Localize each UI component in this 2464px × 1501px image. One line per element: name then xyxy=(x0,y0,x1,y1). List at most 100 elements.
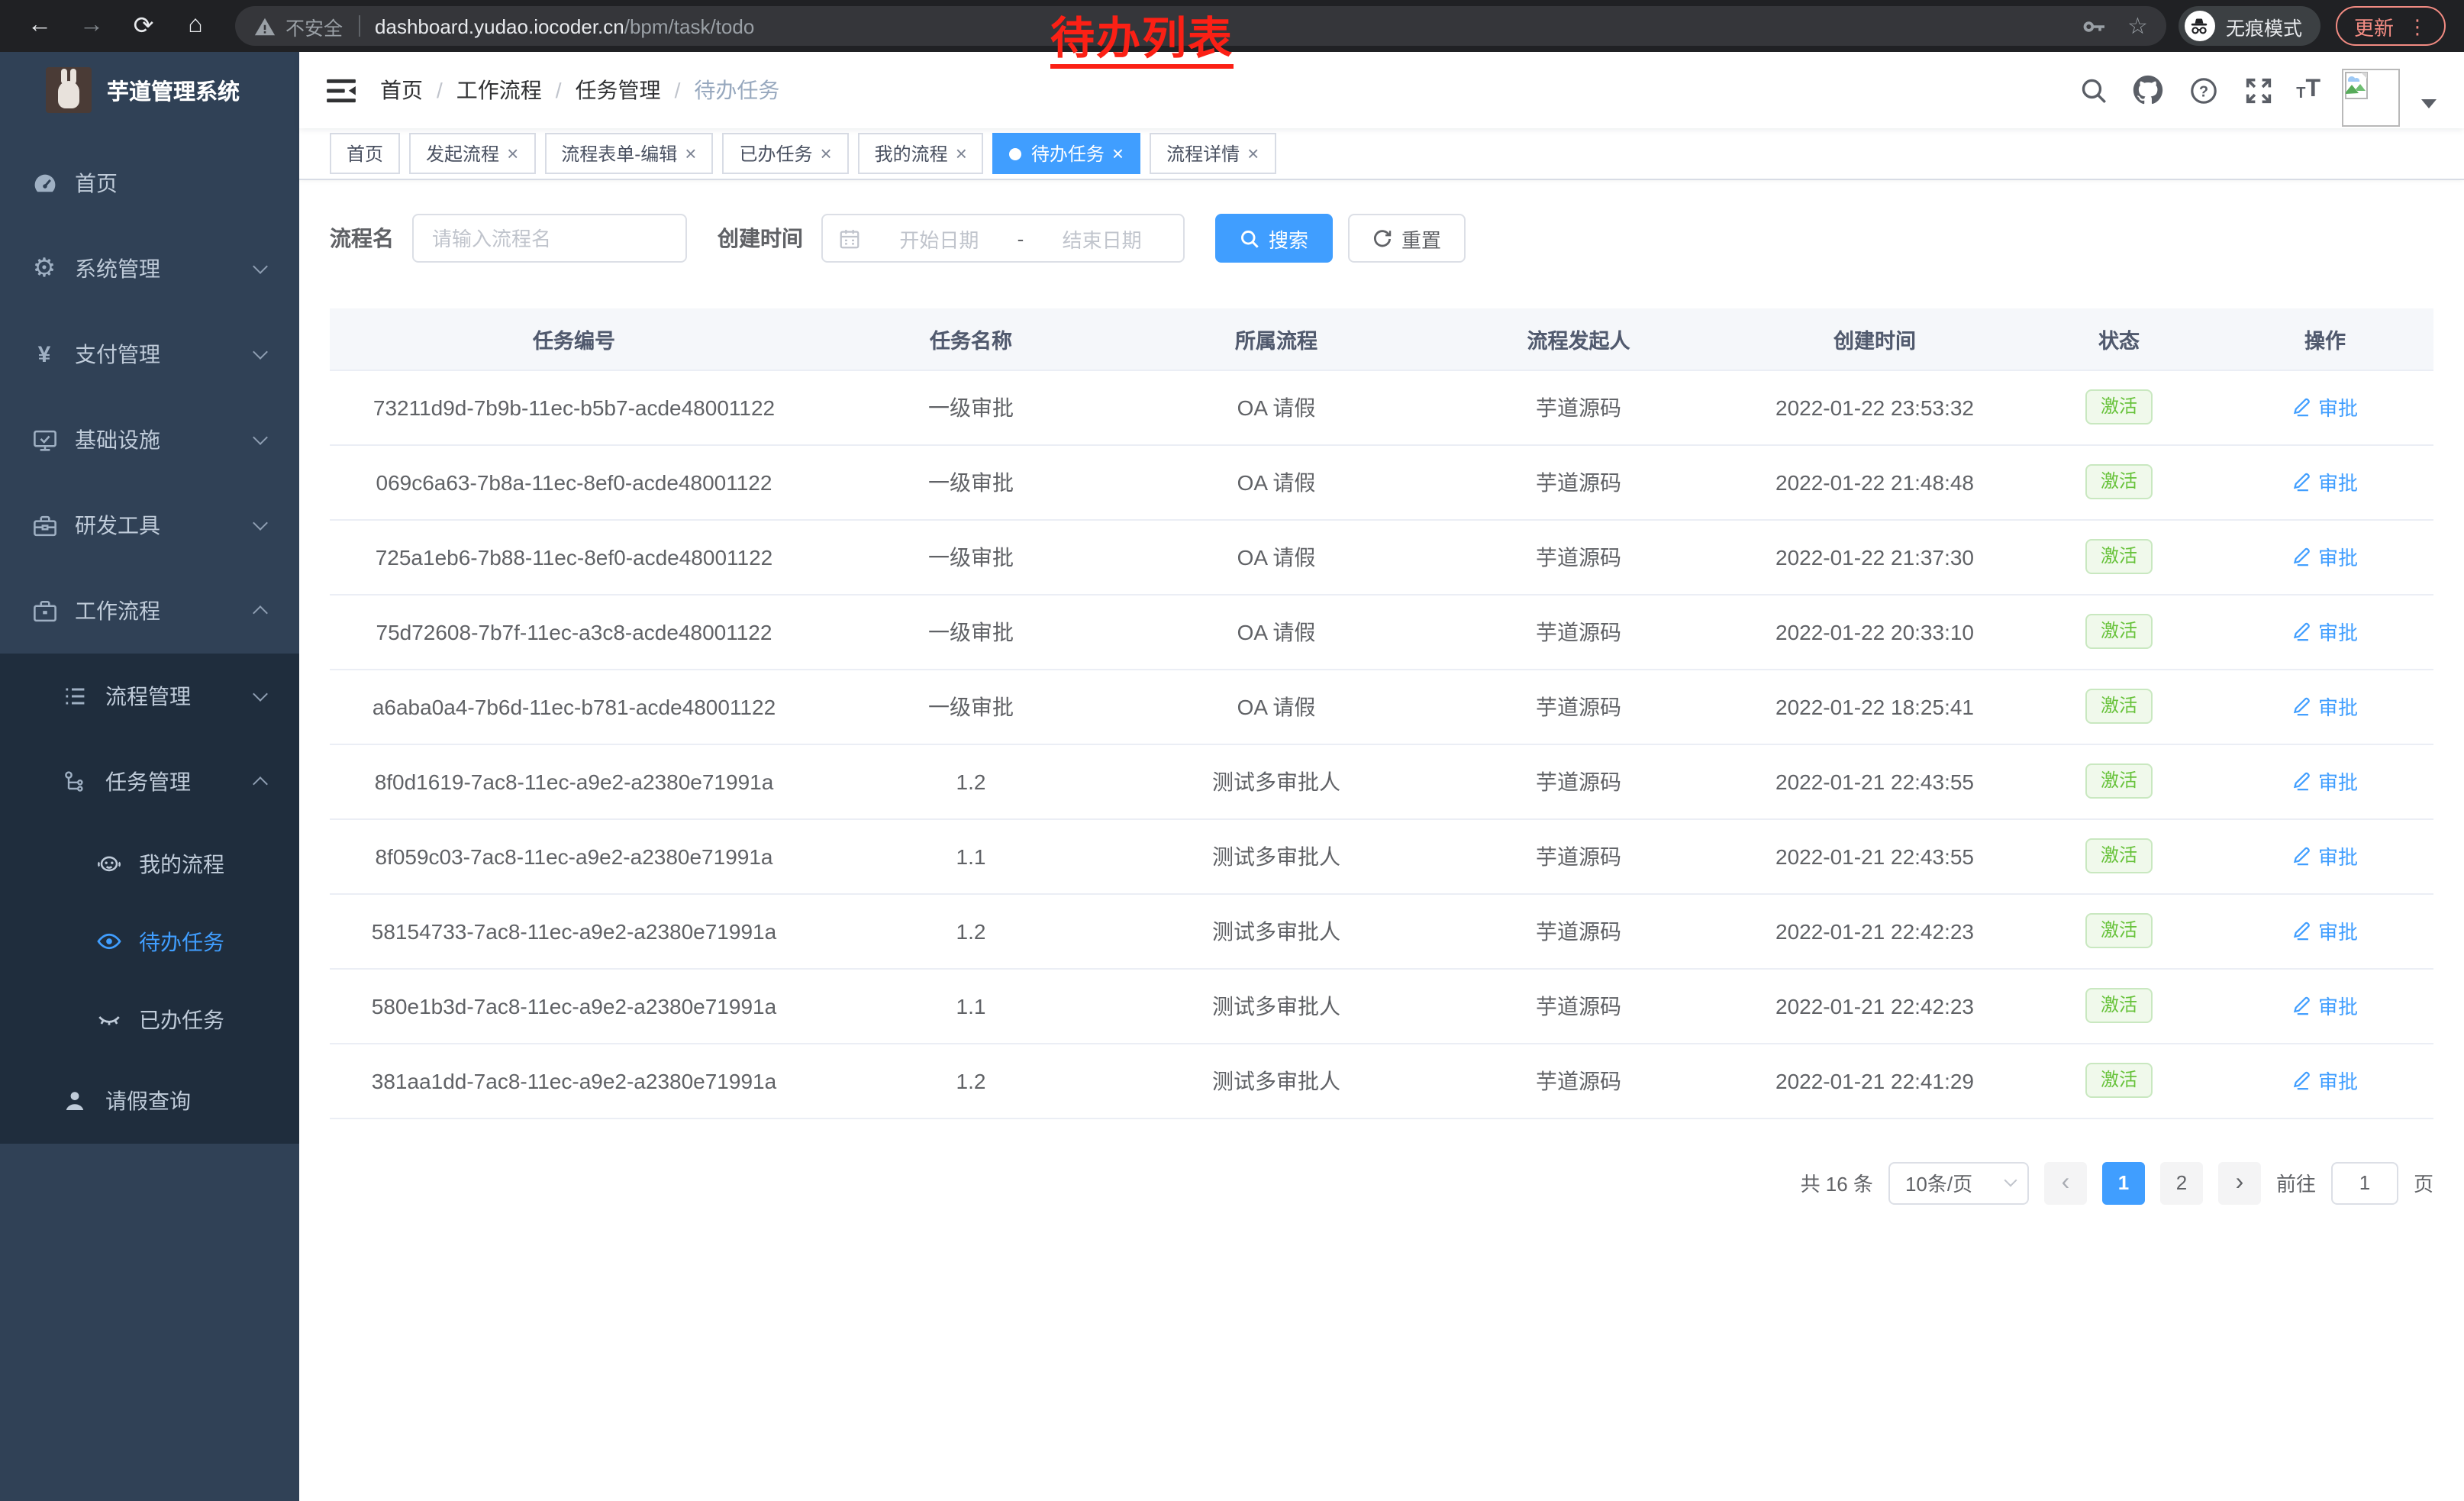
approve-link[interactable]: 审批 xyxy=(2292,1066,2358,1095)
next-page-button[interactable]: › xyxy=(2218,1161,2261,1204)
browser-update-button[interactable]: 更新 ⋮ xyxy=(2336,6,2446,46)
yen-icon: ¥ xyxy=(31,341,58,368)
cell-task-id: 725a1eb6-7b88-11ec-8ef0-acde48001122 xyxy=(330,519,818,594)
font-size-icon[interactable]: TT xyxy=(2296,78,2320,102)
browser-nav-buttons: ← → ⟳ ⌂ xyxy=(12,11,223,41)
approve-link[interactable]: 审批 xyxy=(2292,542,2358,571)
screen: ← → ⟳ ⌂ 不安全 dashboard.yudao.iocoder.cn /… xyxy=(0,0,2464,1501)
fullscreen-icon[interactable] xyxy=(2241,73,2275,107)
breadcrumb-separator: / xyxy=(437,78,443,102)
breadcrumb-home[interactable]: 首页 xyxy=(380,75,423,105)
sidebar-item-label: 系统管理 xyxy=(75,253,160,284)
cell-starter: 芋道源码 xyxy=(1429,968,1728,1043)
cell-process: OA 请假 xyxy=(1124,370,1429,444)
cell-task-name: 1.2 xyxy=(818,744,1124,818)
cell-process: OA 请假 xyxy=(1124,594,1429,669)
tag-start-process[interactable]: 发起流程× xyxy=(409,133,535,174)
goto-page-input[interactable] xyxy=(2331,1161,2398,1204)
active-tab-dot xyxy=(1010,147,1022,160)
page-button-1[interactable]: 1 xyxy=(2102,1161,2145,1204)
process-name-label: 流程名 xyxy=(330,223,394,253)
approve-link[interactable]: 审批 xyxy=(2292,617,2358,646)
sidebar-item-leave-query[interactable]: 请假查询 xyxy=(0,1058,299,1144)
password-key-icon[interactable] xyxy=(2080,13,2106,39)
sidebar-item-todo-tasks[interactable]: 待办任务 xyxy=(0,902,299,980)
browser-home-button[interactable]: ⌂ xyxy=(180,11,211,41)
breadcrumb: 首页 / 工作流程 / 任务管理 / 待办任务 xyxy=(380,75,779,105)
sidebar-item-home[interactable]: 首页 xyxy=(0,140,299,226)
sidebar-item-workflow[interactable]: 工作流程 xyxy=(0,568,299,654)
breadcrumb-workflow[interactable]: 工作流程 xyxy=(456,75,542,105)
sidebar-item-task-mgmt[interactable]: 任务管理 xyxy=(0,739,299,825)
cell-create-time: 2022-01-22 21:48:48 xyxy=(1728,444,2021,519)
sidebar-collapse-icon[interactable] xyxy=(299,77,380,103)
date-range-picker[interactable]: 开始日期 - 结束日期 xyxy=(821,214,1185,263)
breadcrumb-task-mgmt[interactable]: 任务管理 xyxy=(576,75,661,105)
search-button[interactable]: 搜索 xyxy=(1215,214,1333,263)
approve-link[interactable]: 审批 xyxy=(2292,392,2358,421)
tag-todo-tasks[interactable]: 待办任务× xyxy=(993,133,1140,174)
close-icon[interactable]: × xyxy=(685,144,696,163)
sidebar-item-payment[interactable]: ¥ 支付管理 xyxy=(0,311,299,397)
approve-link[interactable]: 审批 xyxy=(2292,916,2358,945)
avatar-caret-icon[interactable] xyxy=(2421,99,2437,108)
cell-starter: 芋道源码 xyxy=(1429,594,1728,669)
tag-process-form-edit[interactable]: 流程表单-编辑× xyxy=(544,133,713,174)
sidebar-item-system[interactable]: ⚙ 系统管理 xyxy=(0,226,299,311)
sidebar-logo[interactable]: 芋道管理系统 xyxy=(0,52,299,128)
cell-process: OA 请假 xyxy=(1124,444,1429,519)
cell-create-time: 2022-01-21 22:43:55 xyxy=(1728,744,2021,818)
close-icon[interactable]: × xyxy=(820,144,831,163)
close-icon[interactable]: × xyxy=(507,144,518,163)
github-icon[interactable] xyxy=(2131,73,2165,107)
process-name-input[interactable] xyxy=(412,214,687,263)
close-icon[interactable]: × xyxy=(1247,144,1259,163)
cell-starter: 芋道源码 xyxy=(1429,818,1728,893)
tag-home[interactable]: 首页 xyxy=(330,133,400,174)
sidebar-item-my-process[interactable]: 我的流程 xyxy=(0,825,299,902)
sidebar-item-done-tasks[interactable]: 已办任务 xyxy=(0,980,299,1058)
cell-starter: 芋道源码 xyxy=(1429,669,1728,744)
security-label[interactable]: 不安全 xyxy=(285,11,343,40)
approve-link[interactable]: 审批 xyxy=(2292,692,2358,721)
filter-bar: 流程名 创建时间 开始日期 - 结束日期 搜索 xyxy=(330,214,2433,263)
approve-link[interactable]: 审批 xyxy=(2292,991,2358,1020)
page-button-2[interactable]: 2 xyxy=(2160,1161,2203,1204)
top-navbar: 首页 / 工作流程 / 任务管理 / 待办任务 ? xyxy=(299,52,2464,128)
cell-task-id: 73211d9d-7b9b-11ec-b5b7-acde48001122 xyxy=(330,370,818,444)
tag-my-process[interactable]: 我的流程× xyxy=(858,133,984,174)
page-size-select[interactable]: 10条/页 xyxy=(1888,1161,2029,1204)
tag-process-detail[interactable]: 流程详情× xyxy=(1150,133,1276,174)
browser-forward-button[interactable]: → xyxy=(76,11,107,41)
robot-face-icon xyxy=(95,850,122,877)
browser-menu-icon[interactable]: ⋮ xyxy=(2408,16,2427,36)
prev-page-button[interactable]: ‹ xyxy=(2044,1161,2087,1204)
browser-reload-button[interactable]: ⟳ xyxy=(128,11,159,41)
reset-button[interactable]: 重置 xyxy=(1348,214,1466,263)
browser-back-button[interactable]: ← xyxy=(24,11,55,41)
chevron-down-icon xyxy=(253,344,268,360)
breadcrumb-separator: / xyxy=(556,78,562,102)
close-icon[interactable]: × xyxy=(1112,144,1124,163)
avatar[interactable] xyxy=(2342,69,2400,127)
toolbox-icon xyxy=(31,512,58,539)
help-icon[interactable]: ? xyxy=(2186,73,2220,107)
sidebar-item-devtools[interactable]: 研发工具 xyxy=(0,483,299,568)
cell-process: 测试多审批人 xyxy=(1124,968,1429,1043)
cell-process: 测试多审批人 xyxy=(1124,893,1429,968)
incognito-icon xyxy=(2185,11,2215,41)
approve-link[interactable]: 审批 xyxy=(2292,841,2358,870)
approve-link[interactable]: 审批 xyxy=(2292,767,2358,796)
cell-process: 测试多审批人 xyxy=(1124,818,1429,893)
navbar-actions: ? TT xyxy=(2076,53,2464,127)
approve-link[interactable]: 审批 xyxy=(2292,467,2358,496)
chevron-down-icon xyxy=(2004,1174,2017,1187)
table-row: 069c6a63-7b8a-11ec-8ef0-acde48001122 一级审… xyxy=(330,444,2433,519)
close-icon[interactable]: × xyxy=(956,144,967,163)
cell-task-id: 580e1b3d-7ac8-11ec-a9e2-a2380e71991a xyxy=(330,968,818,1043)
sidebar-item-infrastructure[interactable]: 基础设施 xyxy=(0,397,299,483)
search-icon[interactable] xyxy=(2076,73,2110,107)
sidebar-item-process-mgmt[interactable]: 流程管理 xyxy=(0,654,299,739)
bookmark-star-icon[interactable]: ☆ xyxy=(2127,12,2148,40)
tag-done-tasks[interactable]: 已办任务× xyxy=(722,133,848,174)
